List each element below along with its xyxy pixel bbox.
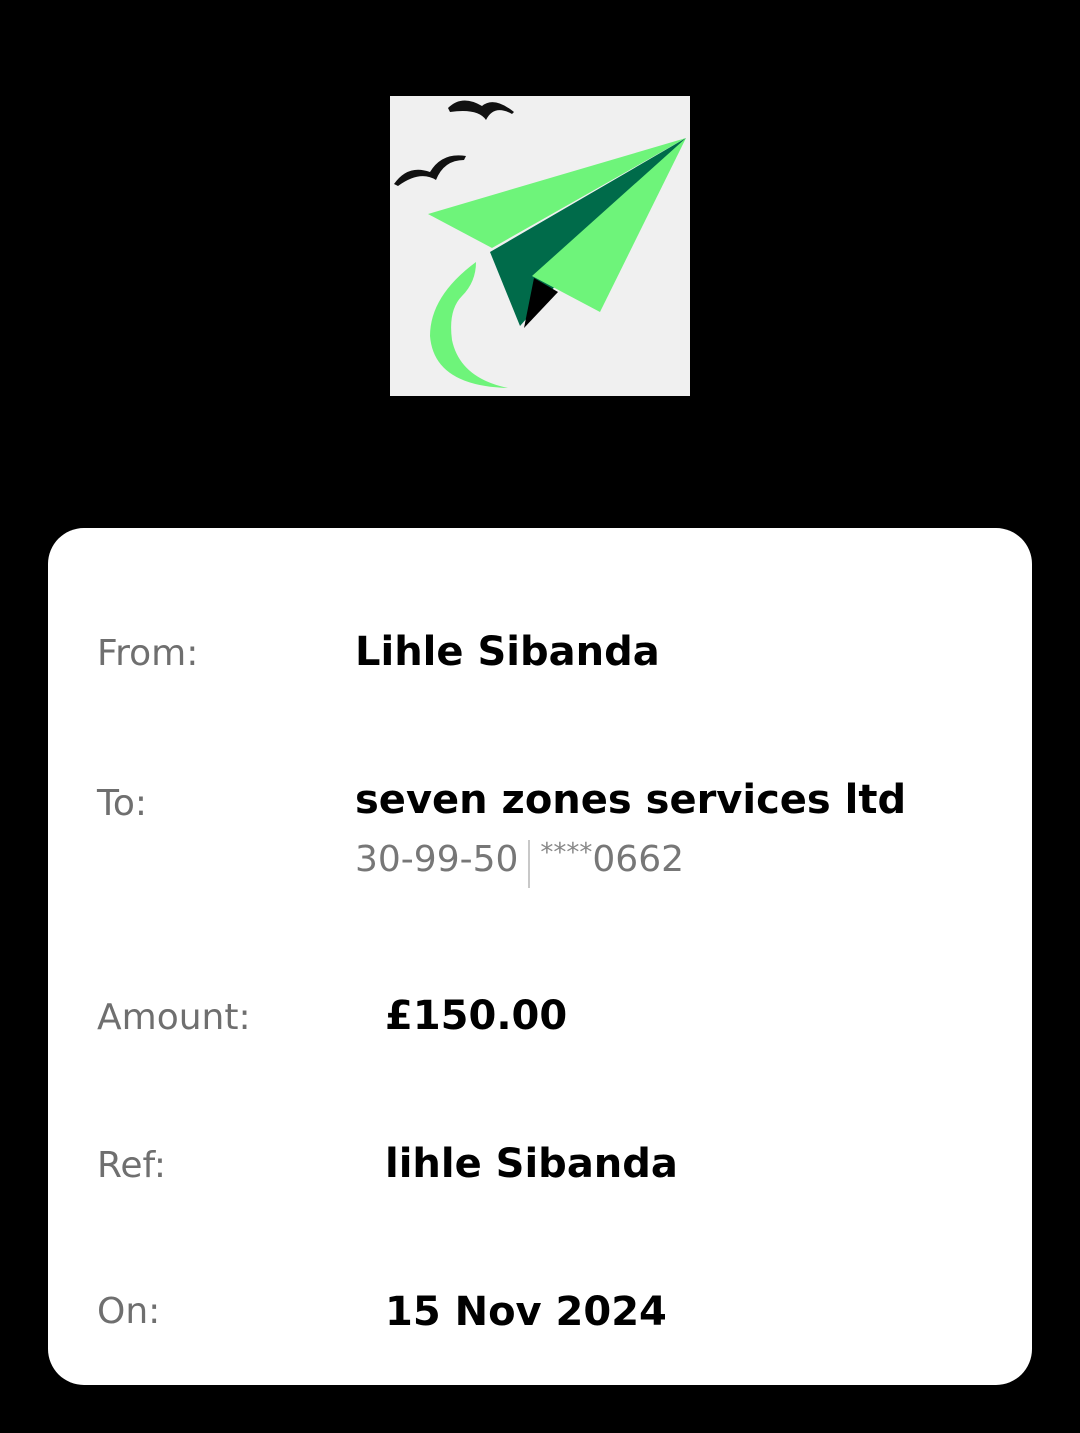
sort-code: 30-99-50	[355, 839, 519, 880]
transaction-receipt-card: From: Lihle Sibanda To: seven zones serv…	[48, 528, 1032, 1385]
amount-value: £150.00	[385, 993, 568, 1039]
from-label: From:	[97, 633, 199, 674]
amount-label: Amount:	[97, 997, 251, 1038]
account-separator	[528, 840, 531, 888]
ref-value: lihle Sibanda	[385, 1141, 678, 1187]
app-logo	[390, 96, 690, 396]
to-label: To:	[97, 783, 148, 824]
date-value: 15 Nov 2024	[385, 1289, 667, 1335]
from-value: Lihle Sibanda	[355, 629, 660, 675]
account-mask: ****	[540, 838, 593, 868]
paper-plane-icon	[394, 100, 686, 388]
on-label: On:	[97, 1291, 161, 1332]
ref-label: Ref:	[97, 1145, 167, 1186]
account-last4: 0662	[592, 839, 685, 880]
account-details: 30-99-50 **** 0662	[355, 838, 685, 888]
to-value: seven zones services ltd	[355, 777, 907, 823]
